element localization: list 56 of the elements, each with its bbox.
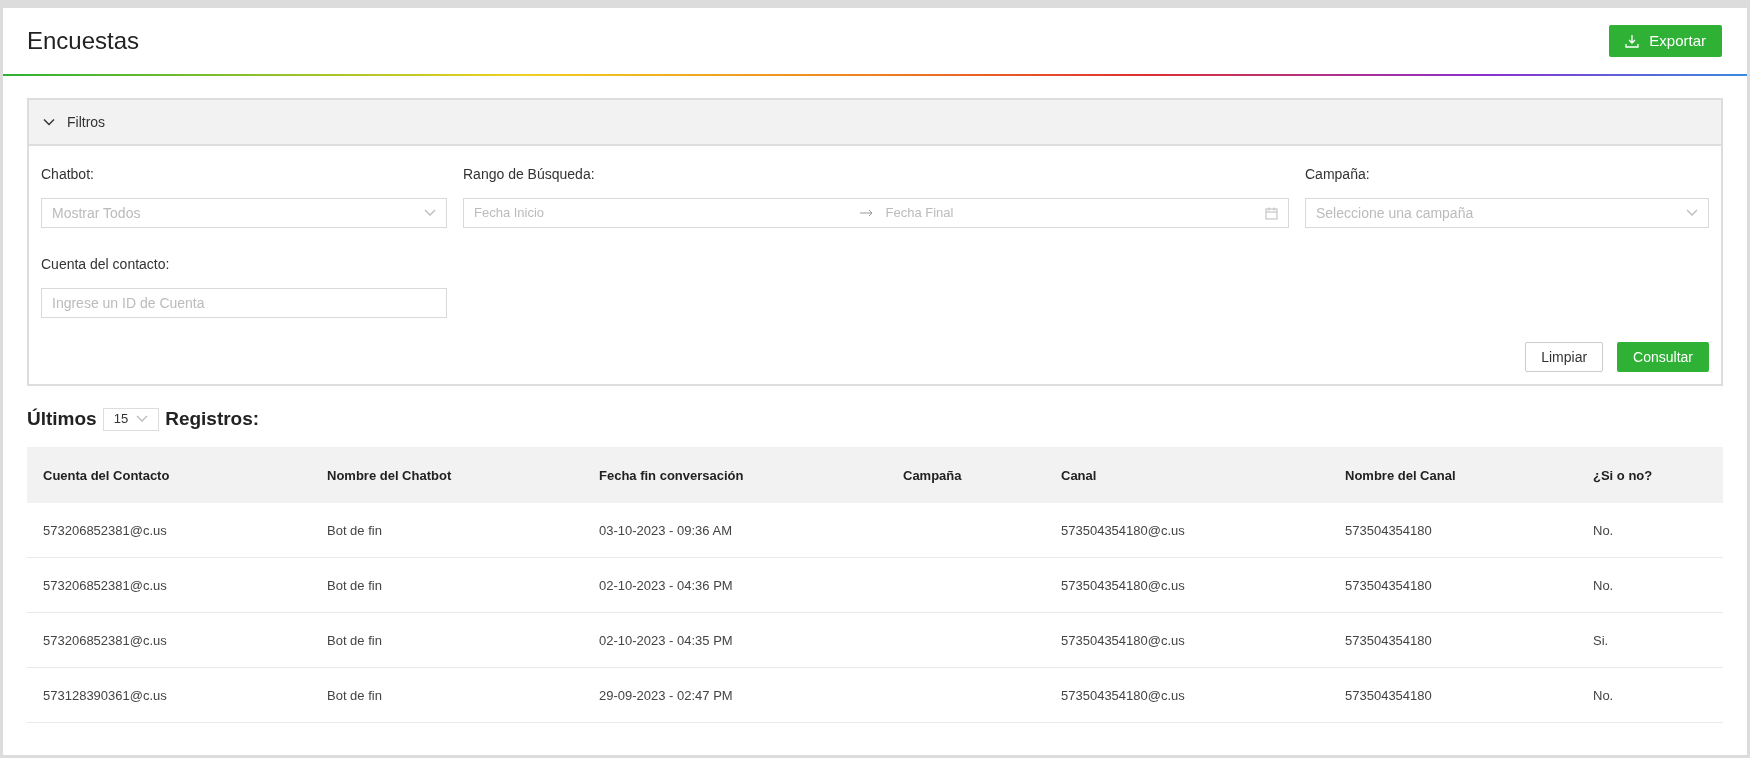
records-label: Registros: <box>165 406 260 431</box>
table-cell: Bot de fin <box>327 633 382 648</box>
table-cell: 573128390361@c.us <box>43 688 167 703</box>
field-label: Chatbot: <box>41 165 95 184</box>
column-header: Campaña <box>903 468 962 483</box>
column-header: Nombre del Chatbot <box>327 468 452 483</box>
table-cell: 02-10-2023 - 04:36 PM <box>599 578 733 593</box>
download-icon <box>1625 34 1640 48</box>
table-cell: 573504354180 <box>1345 523 1432 538</box>
end-date-field[interactable]: Fecha Final <box>879 203 1265 223</box>
table-cell: 573504354180 <box>1345 633 1432 648</box>
table-cell: Si. <box>1593 633 1609 648</box>
table-cell: 573206852381@c.us <box>43 633 167 648</box>
filters-header[interactable]: Filtros <box>29 100 1721 146</box>
table-cell: 573504354180 <box>1345 688 1432 703</box>
table-cell: 573206852381@c.us <box>43 523 167 538</box>
account-field[interactable]: Ingrese un ID de Cuenta <box>41 288 447 318</box>
table-cell: Bot de fin <box>327 578 382 593</box>
column-header: ¿Si o no? <box>1593 468 1653 483</box>
records-label: Últimos <box>27 406 97 431</box>
table-cell: 02-10-2023 - 04:35 PM <box>599 633 733 648</box>
table-cell: 03-10-2023 - 09:36 AM <box>599 523 732 538</box>
column-header: Fecha fin conversación <box>599 468 744 483</box>
table-cell: No. <box>1593 688 1614 703</box>
column-header: Nombre del Canal <box>1345 468 1456 483</box>
filters-title: Filtros <box>67 112 106 132</box>
field-label: Cuenta del contacto: <box>41 255 171 274</box>
date-range-picker[interactable]: Fecha Inicio Fecha Final <box>463 198 1289 228</box>
chevron-icon <box>1686 209 1698 217</box>
table-cell: Bot de fin <box>327 523 382 538</box>
export-button[interactable]: Exportar <box>1609 25 1722 57</box>
chevron-icon <box>424 209 436 217</box>
column-header: Cuenta del Contacto <box>43 468 170 483</box>
chevron-icon <box>136 415 149 423</box>
column-header: Canal <box>1061 468 1097 483</box>
table-cell: No. <box>1593 523 1614 538</box>
count-select[interactable]: 15 <box>102 407 160 431</box>
table-cell: 573504354180 <box>1345 578 1432 593</box>
campaign-select[interactable]: Seleccione una campaña <box>1305 198 1709 228</box>
arrow-icon <box>859 209 874 217</box>
table-cell: 573504354180@c.us <box>1061 578 1185 593</box>
table-cell: Bot de fin <box>327 688 382 703</box>
field-label: Campaña: <box>1305 165 1371 184</box>
query-button[interactable]: Consultar <box>1617 342 1709 372</box>
start-date-field[interactable]: Fecha Inicio <box>474 203 854 223</box>
table-cell: No. <box>1593 578 1614 593</box>
table-cell: 573504354180@c.us <box>1061 688 1185 703</box>
table-cell: 573504354180@c.us <box>1061 523 1185 538</box>
calendar-icon <box>1265 206 1278 220</box>
table-cell: 29-09-2023 - 02:47 PM <box>599 688 733 703</box>
table-cell: 573504354180@c.us <box>1061 633 1185 648</box>
chatbot-select[interactable]: Mostrar Todos <box>41 198 447 228</box>
clear-button[interactable]: Limpiar <box>1525 342 1604 372</box>
page-title: Encuestas <box>27 26 140 56</box>
field-label: Rango de Búsqueda: <box>463 165 596 184</box>
table-cell: 573206852381@c.us <box>43 578 167 593</box>
